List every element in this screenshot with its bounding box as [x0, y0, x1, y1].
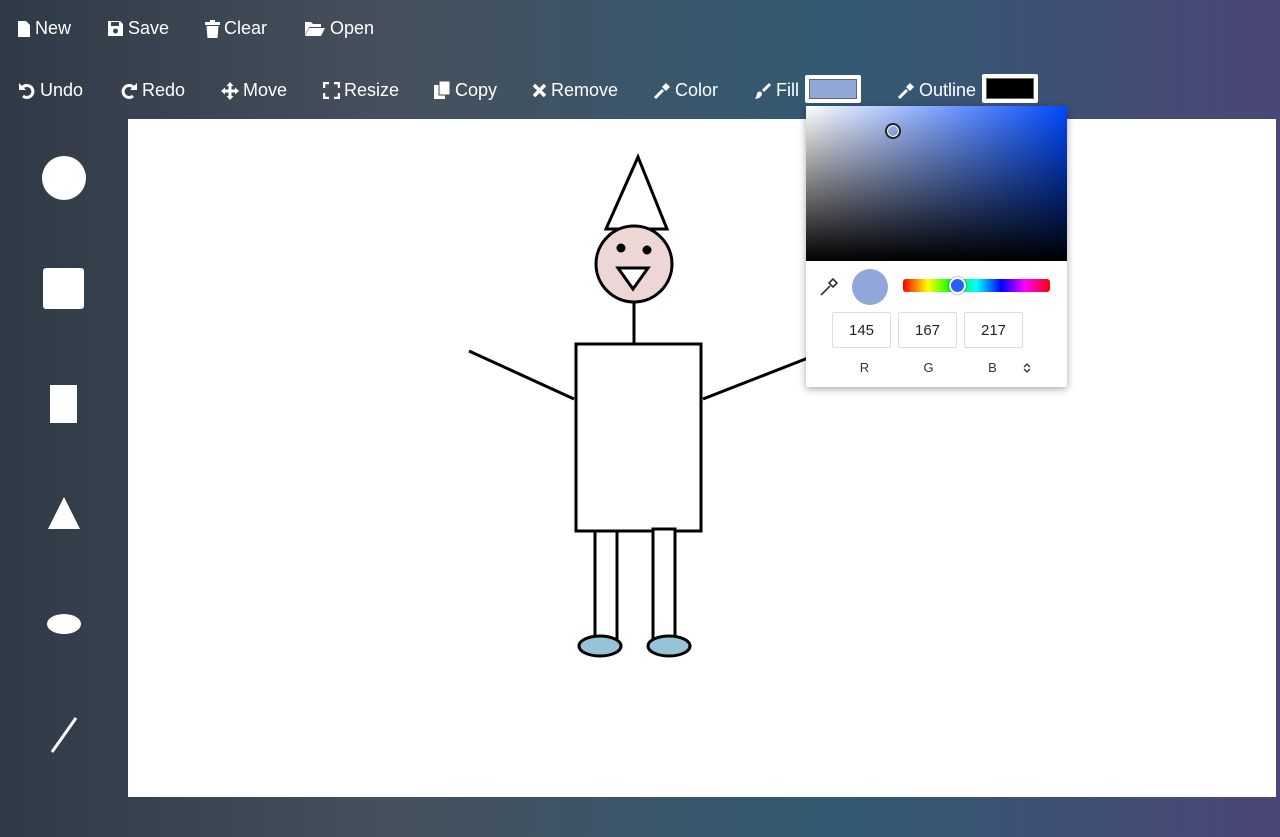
circle-icon	[42, 156, 86, 200]
head-circle	[594, 224, 674, 304]
line-icon	[50, 717, 78, 753]
fill-button[interactable]: Fill	[754, 80, 799, 101]
up-down-chevron-icon	[1023, 363, 1031, 373]
line-tool[interactable]	[49, 717, 79, 758]
undo-button[interactable]: Undo	[18, 80, 83, 101]
remove-label: Remove	[551, 80, 619, 100]
undo-icon	[19, 82, 35, 99]
paint-brush-icon	[755, 82, 772, 99]
eyedropper-outline-icon	[897, 82, 914, 99]
hue-slider-handle[interactable]	[949, 277, 966, 294]
clear-label: Clear	[224, 18, 268, 38]
blue-input[interactable]: 217	[964, 312, 1023, 348]
clear-button[interactable]: Clear	[205, 18, 267, 39]
green-label: G	[923, 360, 934, 375]
saturation-value-area[interactable]	[806, 106, 1067, 261]
outline-color-swatch[interactable]	[982, 74, 1038, 103]
blue-label: B	[988, 360, 997, 375]
right-eye	[642, 245, 652, 255]
rectangle-icon	[50, 385, 77, 423]
saturation-value-handle[interactable]	[885, 123, 901, 139]
format-toggle-button[interactable]	[1023, 361, 1031, 379]
save-icon	[108, 21, 123, 36]
outline-label: Outline	[919, 80, 977, 100]
square-tool[interactable]	[43, 268, 85, 315]
red-label: R	[859, 360, 870, 375]
redo-button[interactable]: Redo	[120, 80, 185, 101]
hat-triangle	[603, 153, 670, 231]
copy-label: Copy	[455, 80, 498, 100]
folder-open-icon	[305, 22, 325, 36]
trash-icon	[205, 19, 220, 38]
fill-label: Fill	[776, 80, 799, 100]
eyedropper-picker-button[interactable]	[820, 277, 839, 301]
remove-button[interactable]: Remove	[532, 80, 618, 101]
right-foot-ellipse	[646, 634, 692, 658]
color-picker-popup: 145 167 217 R G B	[806, 106, 1067, 387]
rectangle-tool[interactable]	[50, 385, 78, 429]
eyedropper-icon	[653, 82, 670, 99]
new-button[interactable]: New	[17, 18, 71, 39]
right-arm-line	[702, 356, 809, 401]
expand-icon	[323, 82, 340, 99]
move-icon	[221, 81, 239, 100]
save-label: Save	[128, 18, 170, 38]
eyedropper-picker-icon	[820, 277, 839, 296]
fill-color-value	[809, 79, 857, 99]
left-leg-rectangle	[593, 529, 619, 646]
body-rectangle	[574, 342, 703, 533]
circle-tool[interactable]	[41, 155, 87, 206]
ellipse-icon	[47, 614, 81, 634]
ellipse-tool[interactable]	[46, 613, 82, 640]
move-button[interactable]: Move	[221, 80, 287, 101]
current-color-preview	[852, 269, 888, 305]
outline-button[interactable]: Outline	[897, 80, 976, 101]
fill-color-swatch[interactable]	[805, 75, 861, 103]
blue-value: 217	[980, 321, 1007, 339]
redo-icon	[121, 82, 137, 99]
red-input[interactable]: 145	[832, 312, 891, 348]
undo-label: Undo	[40, 80, 84, 100]
drawing-canvas[interactable]	[128, 119, 1276, 797]
green-input[interactable]: 167	[898, 312, 957, 348]
resize-label: Resize	[344, 80, 400, 100]
redo-label: Redo	[142, 80, 186, 100]
resize-button[interactable]: Resize	[323, 80, 399, 101]
left-foot-ellipse	[577, 634, 623, 658]
square-icon	[43, 268, 84, 309]
open-button[interactable]: Open	[304, 18, 374, 39]
right-leg-rectangle	[651, 527, 677, 646]
color-label: Color	[675, 80, 719, 100]
color-button[interactable]: Color	[653, 80, 718, 101]
green-value: 167	[914, 321, 941, 339]
move-label: Move	[243, 80, 288, 100]
stick-figure-drawing	[468, 153, 809, 658]
copy-icon	[434, 81, 451, 99]
new-label: New	[35, 18, 72, 38]
red-value: 145	[848, 321, 875, 339]
outline-color-value	[986, 78, 1034, 99]
triangle-tool[interactable]	[47, 496, 81, 535]
hue-slider[interactable]	[903, 279, 1050, 292]
close-icon	[532, 83, 547, 98]
new-file-icon	[18, 20, 30, 37]
open-label: Open	[330, 18, 375, 38]
left-eye	[616, 243, 626, 253]
left-arm-line	[468, 349, 575, 401]
save-button[interactable]: Save	[107, 18, 169, 39]
shape-sidebar	[0, 119, 128, 797]
triangle-icon	[48, 497, 80, 529]
copy-button[interactable]: Copy	[434, 80, 497, 101]
